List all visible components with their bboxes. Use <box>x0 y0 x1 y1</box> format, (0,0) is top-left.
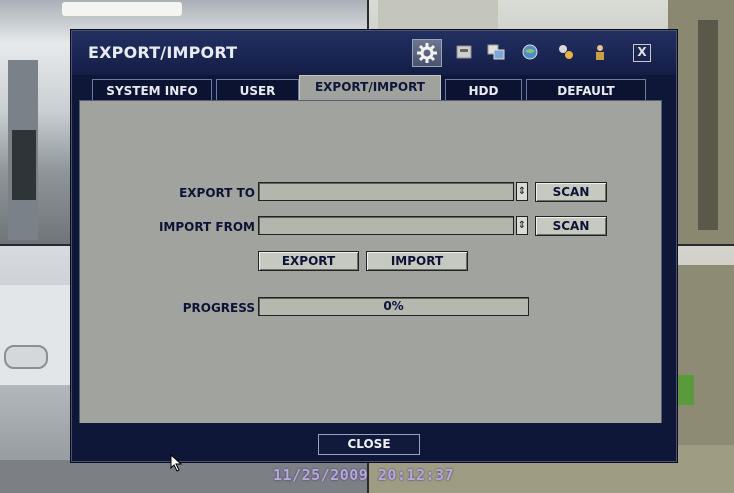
tab-export-import[interactable]: EXPORT/IMPORT <box>299 75 441 103</box>
export-scan-button[interactable]: SCAN <box>535 182 607 202</box>
close-icon[interactable]: X <box>633 44 651 62</box>
export-button[interactable]: EXPORT <box>258 251 359 271</box>
export-import-panel: EXPORT TO ⇕ SCAN IMPORT FROM ⇕ SCAN EXPO… <box>79 100 662 425</box>
tab-bar: SYSTEM INFO USER EXPORT/IMPORT HDD DEFAU… <box>79 75 669 103</box>
tab-user[interactable]: USER <box>216 79 299 102</box>
dialog-titlebar: EXPORT/IMPORT X <box>72 31 676 75</box>
gear-icon[interactable] <box>412 39 442 67</box>
tab-default[interactable]: DEFAULT <box>526 79 646 102</box>
tab-system-info[interactable]: SYSTEM INFO <box>92 79 212 102</box>
export-to-field[interactable] <box>258 182 514 201</box>
import-from-field[interactable] <box>258 216 514 235</box>
export-spinner-icon[interactable]: ⇕ <box>516 182 528 201</box>
export-to-label: EXPORT TO <box>179 186 255 200</box>
import-from-label: IMPORT FROM <box>158 220 255 234</box>
network-icon[interactable] <box>552 39 580 65</box>
import-spinner-icon[interactable]: ⇕ <box>516 216 528 235</box>
tab-hdd[interactable]: HDD <box>445 79 522 102</box>
dialog-title: EXPORT/IMPORT <box>88 43 238 62</box>
import-button[interactable]: IMPORT <box>366 251 468 271</box>
progress-label: PROGRESS <box>182 301 255 315</box>
person-icon[interactable] <box>586 39 614 65</box>
progress-value: 0% <box>383 299 404 313</box>
progress-bar: 0% <box>258 297 529 316</box>
display-icon[interactable] <box>482 39 510 65</box>
export-import-dialog: EXPORT/IMPORT X SYSTEM INFO USER EXPORT/… <box>71 30 677 462</box>
monitor-icon[interactable] <box>450 39 478 65</box>
close-button[interactable]: CLOSE <box>318 434 420 455</box>
timestamp-overlay: 11/25/2009 20:12:37 <box>273 466 455 484</box>
import-scan-button[interactable]: SCAN <box>535 216 607 236</box>
globe-icon[interactable] <box>516 39 544 65</box>
